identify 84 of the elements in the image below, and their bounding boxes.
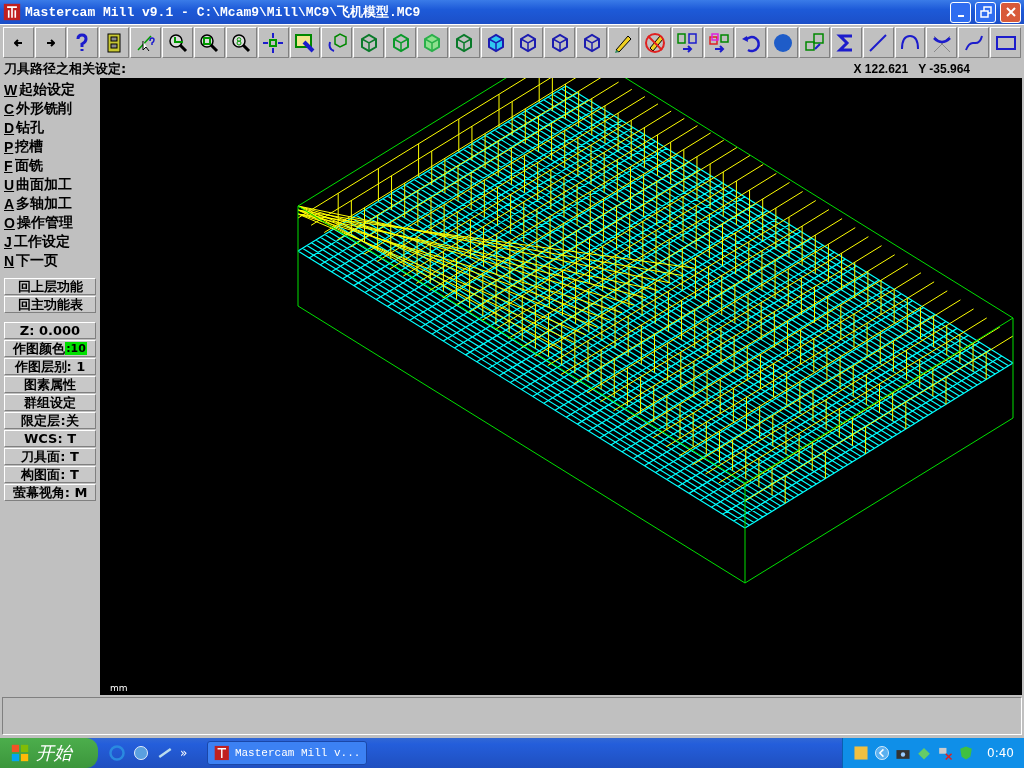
- menu-item[interactable]: U曲面加工: [4, 175, 96, 194]
- close-icon: [1005, 7, 1016, 17]
- setting-button[interactable]: 构图面: T: [4, 466, 96, 483]
- menu-item[interactable]: N下一页: [4, 251, 96, 270]
- toolbar-button[interactable]: [225, 27, 257, 58]
- toolbar-button[interactable]: [576, 27, 608, 58]
- back-arrow-icon: [13, 38, 23, 47]
- clock: 0:40: [987, 746, 1014, 760]
- menu-item[interactable]: A多轴加工: [4, 194, 96, 213]
- zoom-icon: [198, 31, 221, 54]
- nav-button[interactable]: 回主功能表: [4, 296, 96, 313]
- chevron-left-icon: [874, 745, 891, 761]
- color-setting-button[interactable]: 作图颜色:10: [4, 340, 96, 357]
- toolbar-button[interactable]: [34, 27, 66, 58]
- toolbar-button[interactable]: [162, 27, 194, 58]
- windows-flag-icon: [10, 743, 30, 763]
- sphere-icon: [771, 31, 794, 54]
- toolbar-button[interactable]: [544, 27, 576, 58]
- zoom-window-icon: [166, 31, 189, 54]
- pan-arrows-icon: [262, 31, 285, 54]
- toolbar-button[interactable]: [130, 27, 162, 58]
- setting-button[interactable]: 萤幕视角: M: [4, 484, 96, 501]
- toolbar-button[interactable]: [512, 27, 544, 58]
- browser-icon: [108, 744, 126, 762]
- restore-button[interactable]: [975, 1, 996, 23]
- setting-button[interactable]: 作图层别: 1: [4, 358, 96, 375]
- toolbar-button[interactable]: [608, 27, 639, 58]
- toolbar-button[interactable]: [830, 27, 862, 58]
- nav-button[interactable]: 回上层功能: [4, 278, 96, 295]
- menu-item[interactable]: D钻孔: [4, 118, 96, 137]
- setting-button[interactable]: 群组设定: [4, 394, 96, 411]
- taskbar-window-button[interactable]: Mastercam Mill v...: [207, 741, 368, 765]
- no-pencil-icon: [644, 31, 667, 54]
- unit-label: mm: [110, 683, 128, 693]
- close-button[interactable]: [1000, 1, 1021, 23]
- setting-button[interactable]: 刀具面: T: [4, 448, 96, 465]
- menu-item[interactable]: O操作管理: [4, 213, 96, 232]
- toolbar-button[interactable]: [671, 27, 703, 58]
- menu-item[interactable]: J 工作设定: [4, 232, 96, 251]
- toolbar-button[interactable]: [480, 27, 512, 58]
- scale-cubes-icon: [803, 31, 826, 54]
- toolbar-button[interactable]: [3, 27, 34, 58]
- globe-icon: [132, 744, 150, 762]
- menu-item[interactable]: C外形铣削: [4, 99, 96, 118]
- toolbar-button[interactable]: [767, 27, 799, 58]
- toolbar-button[interactable]: [639, 27, 671, 58]
- toolbar-button[interactable]: [703, 27, 735, 58]
- setting-button[interactable]: WCS: T: [4, 430, 96, 447]
- line-icon: [867, 31, 890, 54]
- menu-item[interactable]: P挖槽: [4, 137, 96, 156]
- setting-button[interactable]: Z: 0.000: [4, 322, 96, 339]
- toolbar-button[interactable]: [862, 27, 894, 58]
- color-value: :10: [65, 342, 87, 355]
- y-coordinate: Y -35.964: [918, 62, 970, 76]
- restore-icon: [979, 6, 992, 18]
- toolbar-button[interactable]: [735, 27, 767, 58]
- x-coordinate: X 122.621: [853, 62, 909, 76]
- app-logo-icon: [214, 745, 230, 761]
- toolbar-button[interactable]: [958, 27, 990, 58]
- minimize-icon: [957, 15, 964, 17]
- toolbar-button[interactable]: [98, 27, 130, 58]
- toolbar-button[interactable]: [926, 27, 958, 58]
- toolbar-button[interactable]: [289, 27, 321, 58]
- shield-icon: [958, 745, 975, 761]
- setting-button[interactable]: 限定层:关: [4, 412, 96, 429]
- toolbar-button[interactable]: [894, 27, 926, 58]
- forward-arrow-icon: [45, 38, 55, 47]
- copy-boxes-icon: [708, 31, 730, 54]
- minimize-button[interactable]: [950, 1, 971, 23]
- network-icon: [937, 745, 954, 761]
- setting-button[interactable]: 图素属性: [4, 376, 96, 393]
- menu-item[interactable]: W起始设定: [4, 80, 96, 99]
- prompt-label: 刀具路径之相关设定:: [4, 60, 127, 78]
- overflow-chevron[interactable]: »: [180, 746, 188, 760]
- toolbar-button[interactable]: [257, 27, 289, 58]
- app-logo-icon: [3, 3, 21, 21]
- zoom-out-icon: [230, 31, 253, 54]
- toolbar-button[interactable]: [66, 27, 98, 58]
- window-title: Mastercam Mill v9.1 - C:\Mcam9\Mill\MC9\飞机模型.MC9: [25, 4, 422, 21]
- toolbar-button[interactable]: [990, 27, 1021, 58]
- paint-brush-icon: [294, 31, 316, 54]
- toolbar-button[interactable]: [194, 27, 225, 58]
- menu-item[interactable]: F 面铣: [4, 156, 96, 175]
- move-boxes-icon: [676, 31, 699, 54]
